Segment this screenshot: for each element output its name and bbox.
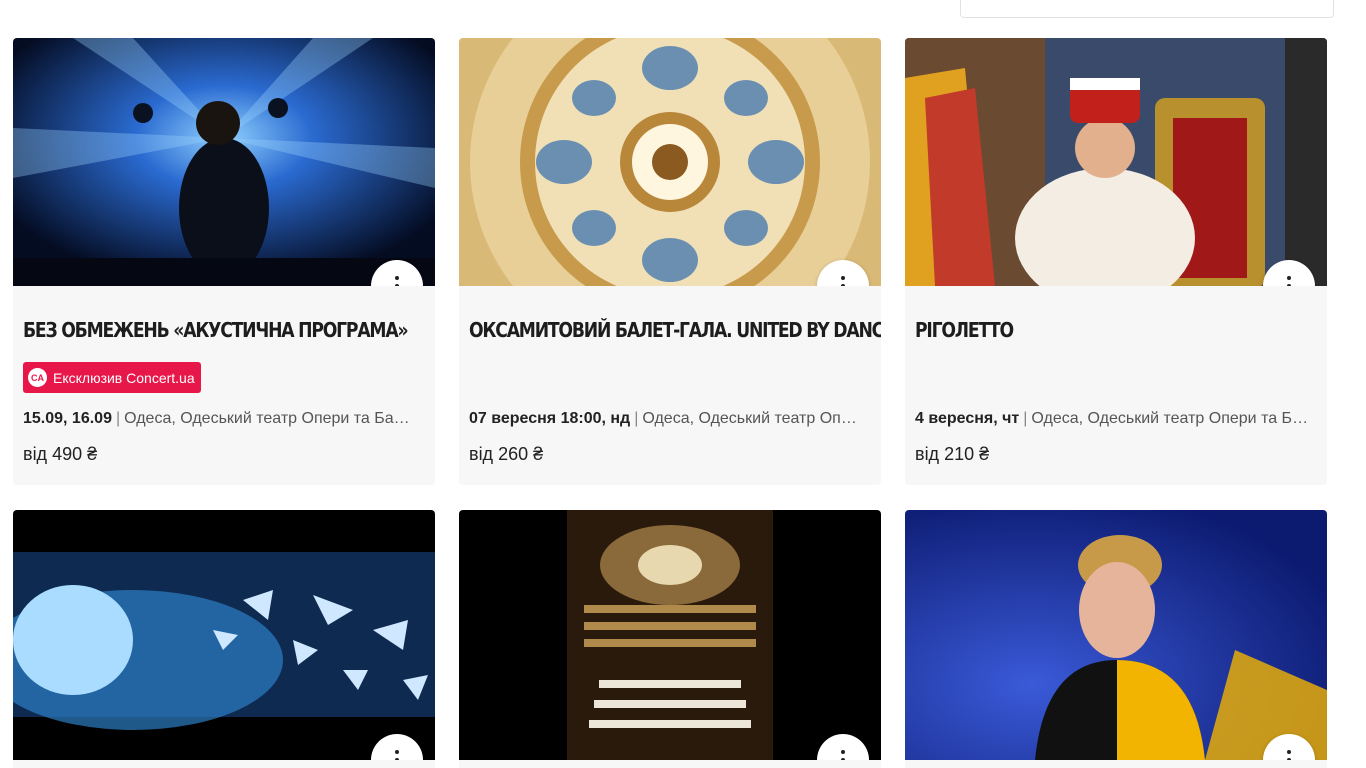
more-vertical-icon	[841, 276, 845, 286]
more-vertical-icon	[841, 750, 845, 760]
event-date: 15.09, 16.09	[23, 410, 112, 427]
event-image-6[interactable]	[905, 510, 1327, 760]
event-image-5[interactable]	[459, 510, 881, 760]
more-vertical-icon	[1287, 276, 1291, 286]
event-price: від 260 ₴	[469, 444, 544, 464]
event-title[interactable]: ОКСАМИТОВИЙ БАЛЕТ-ГАЛА. UNITED BY DANCE	[469, 318, 881, 348]
event-info: 4 вересня, чт | Одеса, Одеський театр Опер…	[915, 410, 1311, 428]
events-page: БЕЗ ОБМЕЖЕНЬ «АКУСТИЧНА ПРОГРАМА» CA Екс…	[0, 0, 1366, 768]
badge-label: Ексклюзив Concert.ua	[53, 369, 195, 386]
more-vertical-icon	[395, 276, 399, 286]
event-date: 07 вересня 18:00, нд	[469, 410, 631, 427]
event-venue: Одеса, Одеський театр Опери та Балету	[642, 410, 865, 427]
more-vertical-icon	[395, 750, 399, 760]
event-venue: Одеса, Одеський театр Опери та Балету	[1031, 410, 1311, 427]
event-image-3[interactable]	[905, 38, 1327, 286]
event-card-2[interactable]: ОКСАМИТОВИЙ БАЛЕТ-ГАЛА. UNITED BY DANCE …	[459, 38, 881, 485]
event-card-5[interactable]	[459, 510, 881, 768]
event-price: від 210 ₴	[915, 444, 990, 464]
event-card-4[interactable]	[13, 510, 435, 768]
event-info: 15.09, 16.09 | Одеса, Одеський театр Опери…	[23, 410, 419, 428]
search-input[interactable]	[960, 0, 1334, 18]
event-card-3[interactable]: РІГОЛЕТТО 4 вересня, чт | Одеса, Одеський …	[905, 38, 1327, 485]
event-image-4[interactable]	[13, 510, 435, 760]
event-title[interactable]: БЕЗ ОБМЕЖЕНЬ «АКУСТИЧНА ПРОГРАМА»	[23, 318, 409, 348]
event-venue: Одеса, Одеський театр Опери та Балету	[124, 410, 419, 427]
event-date: 4 вересня, чт	[915, 410, 1020, 427]
event-price: від 490 ₴	[23, 444, 98, 464]
event-image-2[interactable]	[459, 38, 881, 286]
event-card-1[interactable]: БЕЗ ОБМЕЖЕНЬ «АКУСТИЧНА ПРОГРАМА» CA Екс…	[13, 38, 435, 485]
event-image-1[interactable]	[13, 38, 435, 286]
more-vertical-icon	[1287, 750, 1291, 760]
event-info: 07 вересня 18:00, нд | Одеса, Одеський теа…	[469, 410, 865, 428]
event-title[interactable]: РІГОЛЕТТО	[915, 318, 1261, 348]
concert-ua-logo-icon: CA	[28, 368, 47, 387]
event-card-6[interactable]	[905, 510, 1327, 768]
exclusive-badge: CA Ексклюзив Concert.ua	[23, 362, 201, 393]
